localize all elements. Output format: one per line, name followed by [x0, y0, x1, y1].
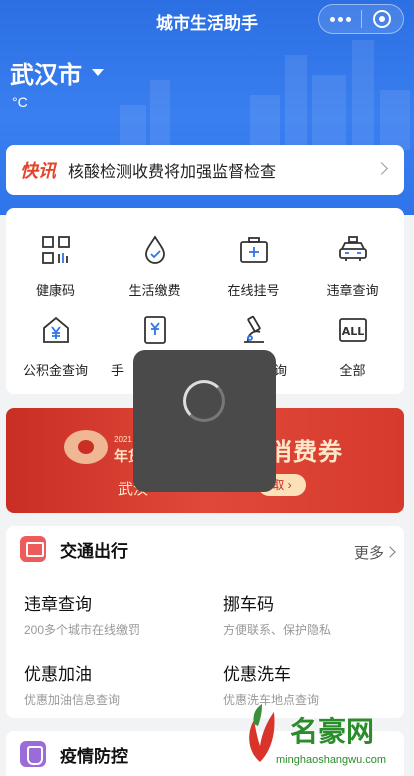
banner-title: 消费券	[268, 439, 343, 466]
service-label: 全部	[339, 363, 366, 378]
section-title: 疫情防控	[60, 746, 128, 766]
watermark-url: minghaoshangwu.com	[276, 754, 387, 766]
ox-mascot-icon	[64, 430, 108, 464]
city-name: 武汉市	[10, 62, 82, 89]
caret-down-icon	[92, 69, 104, 76]
service-violation-query[interactable]: 违章查询	[303, 224, 402, 304]
service-online-registration[interactable]: 在线挂号	[204, 224, 303, 304]
all-icon: ALL	[338, 318, 367, 342]
item-title: 违章查询	[24, 595, 92, 614]
service-label: 公积金查询	[22, 363, 88, 378]
item-desc: 方便联系、保护隐私	[223, 623, 332, 637]
section-title: 交通出行	[60, 541, 128, 561]
service-all[interactable]: ALL 全部	[303, 304, 402, 384]
service-label: 生活缴费	[128, 283, 181, 298]
service-label: 在线挂号	[227, 283, 280, 298]
navigation-bar: 城市生活助手	[0, 0, 414, 40]
mini-program-capsule	[318, 4, 404, 34]
more-link[interactable]: 更多	[354, 542, 384, 563]
news-tag: 快讯	[20, 161, 56, 181]
shield-icon	[20, 741, 46, 767]
city-selector[interactable]: 武汉市	[10, 55, 104, 90]
loading-spinner-icon	[183, 380, 225, 422]
service-utility-payment[interactable]: 生活缴费	[105, 224, 204, 304]
item-title: 优惠洗车	[223, 665, 291, 684]
microscope-icon	[243, 315, 264, 343]
health-code-icon	[41, 236, 70, 264]
svg-text:ALL: ALL	[341, 325, 364, 338]
item-title: 挪车码	[223, 595, 274, 614]
service-health-code[interactable]: 健康码	[6, 224, 105, 304]
traffic-item-move-car[interactable]: 挪车码 方便联系、保护隐私	[223, 590, 413, 638]
service-housing-fund[interactable]: 公积金查询	[6, 304, 105, 384]
bus-icon	[20, 536, 46, 562]
hospital-registration-icon	[239, 237, 268, 263]
section-header: 交通出行	[20, 536, 128, 562]
chevron-right-icon	[375, 162, 388, 175]
service-label: 违章查询	[326, 283, 379, 298]
traffic-item-fuel[interactable]: 优惠加油 优惠加油信息查询	[24, 660, 214, 708]
site-watermark: 名豪网 minghaoshangwu.com	[232, 700, 414, 776]
housing-fund-icon	[42, 316, 69, 343]
utility-payment-icon	[144, 235, 165, 264]
close-mini-program-icon[interactable]	[362, 5, 403, 33]
more-menu-icon[interactable]	[319, 5, 361, 33]
traffic-item-violation[interactable]: 违章查询 200多个城市在线缴罚	[24, 590, 214, 638]
watermark-name: 名豪网	[290, 716, 375, 747]
service-label: 健康码	[35, 283, 75, 298]
leaf-logo-icon	[249, 704, 275, 762]
social-security-icon	[143, 316, 166, 344]
car-violation-icon	[338, 236, 367, 261]
temperature: °C	[12, 94, 28, 110]
traffic-section: 交通出行 更多 违章查询 200多个城市在线缴罚 挪车码 方便联系、保护隐私 优…	[6, 526, 404, 718]
loading-toast	[133, 350, 276, 492]
item-title: 优惠加油	[24, 665, 92, 684]
item-desc: 优惠加油信息查询	[24, 693, 121, 707]
item-desc: 200多个城市在线缴罚	[24, 623, 141, 637]
news-text: 核酸检测收费将加强监督检查	[68, 164, 277, 181]
news-flash-bar[interactable]: 快讯 核酸检测收费将加强监督检查	[6, 145, 404, 195]
section-header: 疫情防控	[20, 741, 128, 767]
